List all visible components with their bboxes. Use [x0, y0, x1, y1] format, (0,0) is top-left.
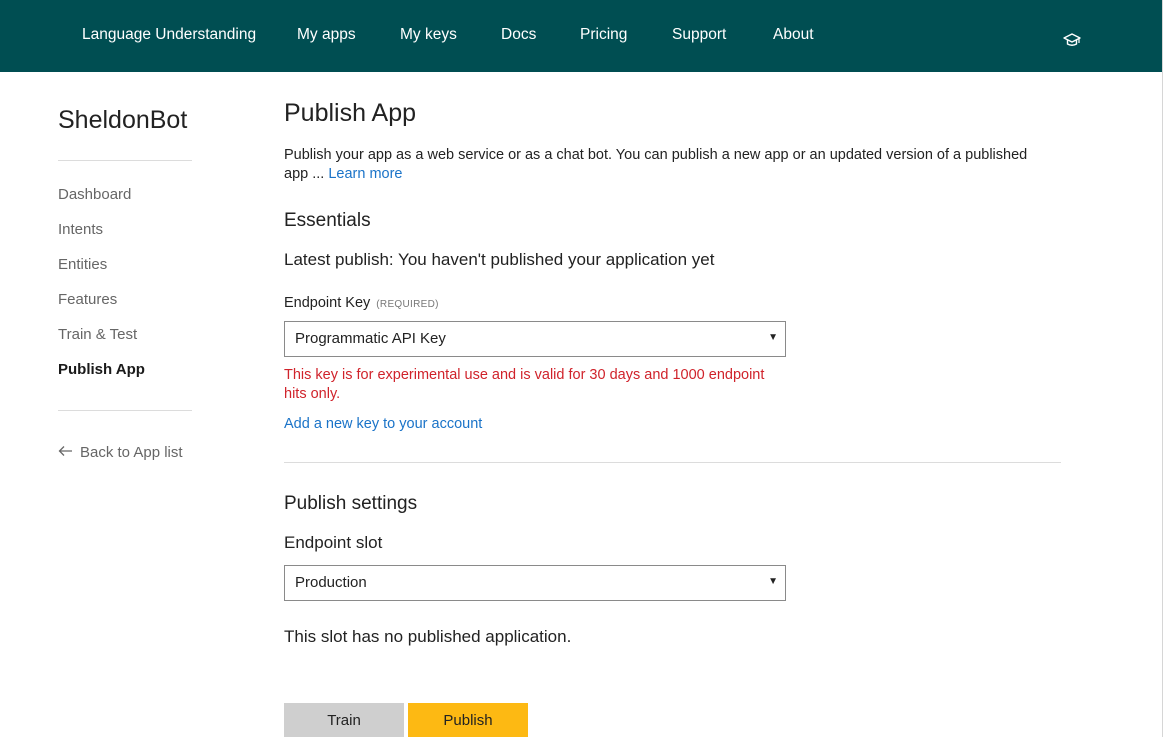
sidebar-item-features[interactable]: Features [58, 291, 117, 308]
sidebar-item-entities[interactable]: Entities [58, 256, 107, 273]
add-new-key-link[interactable]: Add a new key to your account [284, 416, 482, 432]
top-navigation-bar: Language Understanding My apps My keys D… [0, 0, 1162, 72]
page-title: Publish App [284, 99, 417, 127]
endpoint-key-label: Endpoint Key (REQUIRED) [284, 295, 439, 311]
endpoint-key-value: Programmatic API Key [295, 330, 446, 347]
sidebar-item-dashboard[interactable]: Dashboard [58, 186, 131, 203]
sidebar-divider [58, 160, 192, 161]
nav-docs[interactable]: Docs [501, 26, 536, 44]
dropdown-caret-icon: ▼ [768, 576, 778, 587]
sidebar-item-publish-app[interactable]: Publish App [58, 361, 145, 378]
nav-pricing[interactable]: Pricing [580, 26, 627, 44]
endpoint-slot-value: Production [295, 574, 367, 591]
endpoint-key-select[interactable]: Programmatic API Key ▼ [284, 321, 786, 357]
sidebar-item-train-test[interactable]: Train & Test [58, 326, 137, 343]
sidebar-item-intents[interactable]: Intents [58, 221, 103, 238]
latest-publish-status: Latest publish: You haven't published yo… [284, 250, 715, 269]
dropdown-caret-icon: ▼ [768, 332, 778, 343]
back-link-label: Back to App list [80, 444, 183, 461]
learn-more-link[interactable]: Learn more [328, 166, 402, 182]
essentials-heading: Essentials [284, 210, 371, 231]
publish-button[interactable]: Publish [408, 703, 528, 737]
endpoint-slot-select[interactable]: Production ▼ [284, 565, 786, 601]
nav-my-keys[interactable]: My keys [400, 26, 457, 44]
key-warning-text: This key is for experimental use and is … [284, 367, 765, 402]
graduation-cap-icon[interactable] [1063, 32, 1081, 48]
nav-about[interactable]: About [773, 26, 814, 44]
section-divider [284, 462, 1061, 463]
sidebar-divider [58, 410, 192, 411]
slot-status-text: This slot has no published application. [284, 627, 572, 646]
endpoint-key-label-text: Endpoint Key [284, 295, 371, 311]
intro-paragraph: Publish your app as a web service or as … [284, 146, 1054, 184]
required-tag: (REQUIRED) [376, 299, 439, 310]
back-to-app-list-link[interactable]: Back to App list [58, 444, 183, 461]
nav-language-understanding[interactable]: Language Understanding [82, 26, 256, 44]
arrow-left-icon [58, 444, 80, 461]
app-name: SheldonBot [58, 106, 188, 134]
nav-my-apps[interactable]: My apps [297, 26, 356, 44]
train-button[interactable]: Train [284, 703, 404, 737]
endpoint-slot-label: Endpoint slot [284, 533, 383, 552]
publish-settings-heading: Publish settings [284, 493, 418, 514]
nav-support[interactable]: Support [672, 26, 726, 44]
